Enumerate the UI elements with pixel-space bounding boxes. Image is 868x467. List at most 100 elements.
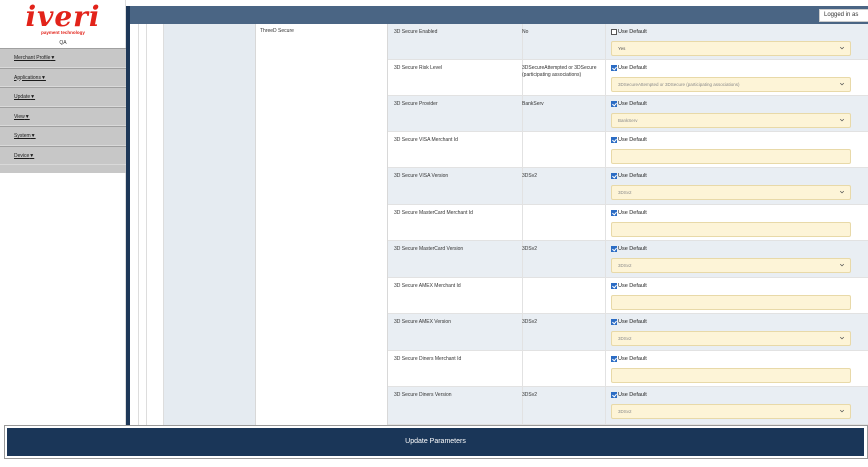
table-row: 3D Secure Enabled No Use Default Yes <box>388 24 868 60</box>
use-default-checkbox[interactable]: Use Default <box>611 246 647 252</box>
use-default-checkbox[interactable]: Use Default <box>611 392 647 398</box>
checkbox-checked-icon[interactable] <box>611 319 617 325</box>
checkbox-checked-icon[interactable] <box>611 65 617 71</box>
cell-divider <box>522 351 523 386</box>
use-default-label: Use Default <box>618 356 647 362</box>
parameter-select[interactable]: 3DSecureAttempted or 3DSecure (participa… <box>611 77 851 92</box>
parameter-name: 3D Secure Risk Level <box>394 65 443 71</box>
checkbox-checked-icon[interactable] <box>611 246 617 252</box>
sidebar-item-update[interactable]: Update▼ <box>0 87 126 107</box>
sidebar-item-merchant-profile[interactable]: Merchant Profile▼ <box>0 48 126 68</box>
parameter-current-value: 3DSv2 <box>522 246 538 252</box>
caret-down-icon: ▼ <box>24 113 30 120</box>
parameter-current-value: 3DSv2 <box>522 173 538 179</box>
parameter-name: 3D Secure Diners Version <box>394 392 452 398</box>
use-default-checkbox[interactable]: Use Default <box>611 29 647 35</box>
parameter-current-value: 3DSv2 <box>522 319 538 325</box>
control-value: 3DSv2 <box>618 190 632 195</box>
use-default-label: Use Default <box>618 101 647 107</box>
parameter-current-value: 3DSv2 <box>522 392 538 398</box>
control-value: Yes <box>618 46 626 51</box>
use-default-label: Use Default <box>618 210 647 216</box>
parameter-name: 3D Secure VISA Version <box>394 173 449 179</box>
parameter-select[interactable]: 3DSv2 <box>611 331 851 346</box>
app-root: iveri payment technology QA Merchant Pro… <box>0 0 868 467</box>
checkbox-checked-icon[interactable] <box>611 210 617 216</box>
cell-divider <box>522 132 523 167</box>
chevron-down-icon <box>839 190 845 194</box>
table-row: 3D Secure MasterCard Merchant Id Use Defa… <box>388 205 868 241</box>
table-column-category <box>164 24 256 425</box>
checkbox-checked-icon[interactable] <box>611 173 617 179</box>
parameter-select[interactable]: 3DSv2 <box>611 258 851 273</box>
parameter-input[interactable] <box>611 149 851 164</box>
use-default-label: Use Default <box>618 137 647 143</box>
update-parameters-button[interactable]: Update Parameters <box>7 428 864 456</box>
caret-down-icon: ▼ <box>29 152 35 159</box>
use-default-checkbox[interactable]: Use Default <box>611 101 647 107</box>
logo: iveri payment technology <box>0 3 126 40</box>
use-default-label: Use Default <box>618 319 647 325</box>
table-row: 3D Secure Diners Version 3DSv2 Use Default… <box>388 387 868 425</box>
sidebar-item-device[interactable]: Device▼ <box>0 145 126 165</box>
parameter-name: 3D Secure AMEX Merchant Id <box>394 283 461 289</box>
checkbox-checked-icon[interactable] <box>611 137 617 143</box>
cell-divider <box>605 351 606 386</box>
use-default-label: Use Default <box>618 283 647 289</box>
chevron-down-icon <box>839 82 845 86</box>
sidebar-item-label: System <box>14 133 31 139</box>
parameter-select[interactable]: BankServ <box>611 113 851 128</box>
parameter-input[interactable] <box>611 368 851 383</box>
table-row: 3D Secure Provider BankServ Use Default Ban… <box>388 96 868 132</box>
parameter-select[interactable]: 3DSv2 <box>611 404 851 419</box>
sidebar-item-system[interactable]: System▼ <box>0 126 126 146</box>
use-default-label: Use Default <box>618 65 647 71</box>
sidebar-item-label: Update <box>14 94 31 100</box>
chevron-down-icon <box>839 46 845 50</box>
table-gutter <box>147 24 164 425</box>
sidebar-item-label: Applications <box>14 74 41 81</box>
control-value: BankServ <box>618 118 638 123</box>
cell-divider <box>605 278 606 313</box>
cell-divider <box>605 132 606 167</box>
chevron-down-icon <box>839 118 845 122</box>
chevron-down-icon <box>839 336 845 340</box>
parameter-input[interactable] <box>611 295 851 310</box>
checkbox-checked-icon[interactable] <box>611 101 617 107</box>
top-header-bar <box>126 6 868 24</box>
sidebar-menu: Merchant Profile▼ Applications▼ Update▼ … <box>0 48 126 173</box>
parameter-name: 3D Secure Provider <box>394 101 438 107</box>
parameter-input[interactable] <box>611 222 851 237</box>
parameter-select[interactable]: 3DSv2 <box>611 185 851 200</box>
logged-in-status: Logged in as <box>819 9 868 22</box>
checkbox-checked-icon[interactable] <box>611 392 617 398</box>
sidebar: iveri payment technology QA Merchant Pro… <box>0 0 126 425</box>
parameter-select[interactable]: Yes <box>611 41 851 56</box>
use-default-label: Use Default <box>618 392 647 398</box>
caret-down-icon: ▼ <box>30 94 36 100</box>
use-default-checkbox[interactable]: Use Default <box>611 210 647 216</box>
control-value: 3DSecureAttempted or 3DSecure (participa… <box>618 82 740 87</box>
group-label: ThreeD Secure <box>260 28 294 34</box>
use-default-checkbox[interactable]: Use Default <box>611 319 647 325</box>
use-default-checkbox[interactable]: Use Default <box>611 356 647 362</box>
use-default-checkbox[interactable]: Use Default <box>611 65 647 71</box>
use-default-checkbox[interactable]: Use Default <box>611 283 647 289</box>
logo-tagline: payment technology <box>41 30 85 35</box>
sidebar-item-label: Merchant Profile <box>14 55 51 61</box>
parameter-current-value: No <box>522 29 529 35</box>
use-default-label: Use Default <box>618 173 647 179</box>
parameter-name: 3D Secure MasterCard Merchant Id <box>394 210 473 216</box>
checkbox-checked-icon[interactable] <box>611 283 617 289</box>
checkbox-unchecked-icon[interactable] <box>611 29 617 35</box>
parameter-current-value: 3DSecureAttempted or 3DSecure (participa… <box>522 65 597 78</box>
checkbox-checked-icon[interactable] <box>611 356 617 362</box>
sidebar-item-applications[interactable]: Applications▼ <box>0 67 126 87</box>
cell-divider <box>605 205 606 240</box>
parameter-name: 3D Secure Diners Merchant Id <box>394 356 462 362</box>
sidebar-item-label: View <box>14 113 25 120</box>
sidebar-item-view[interactable]: View▼ <box>0 106 126 126</box>
sidebar-user-name: QA <box>59 40 67 46</box>
use-default-checkbox[interactable]: Use Default <box>611 173 647 179</box>
use-default-checkbox[interactable]: Use Default <box>611 137 647 143</box>
